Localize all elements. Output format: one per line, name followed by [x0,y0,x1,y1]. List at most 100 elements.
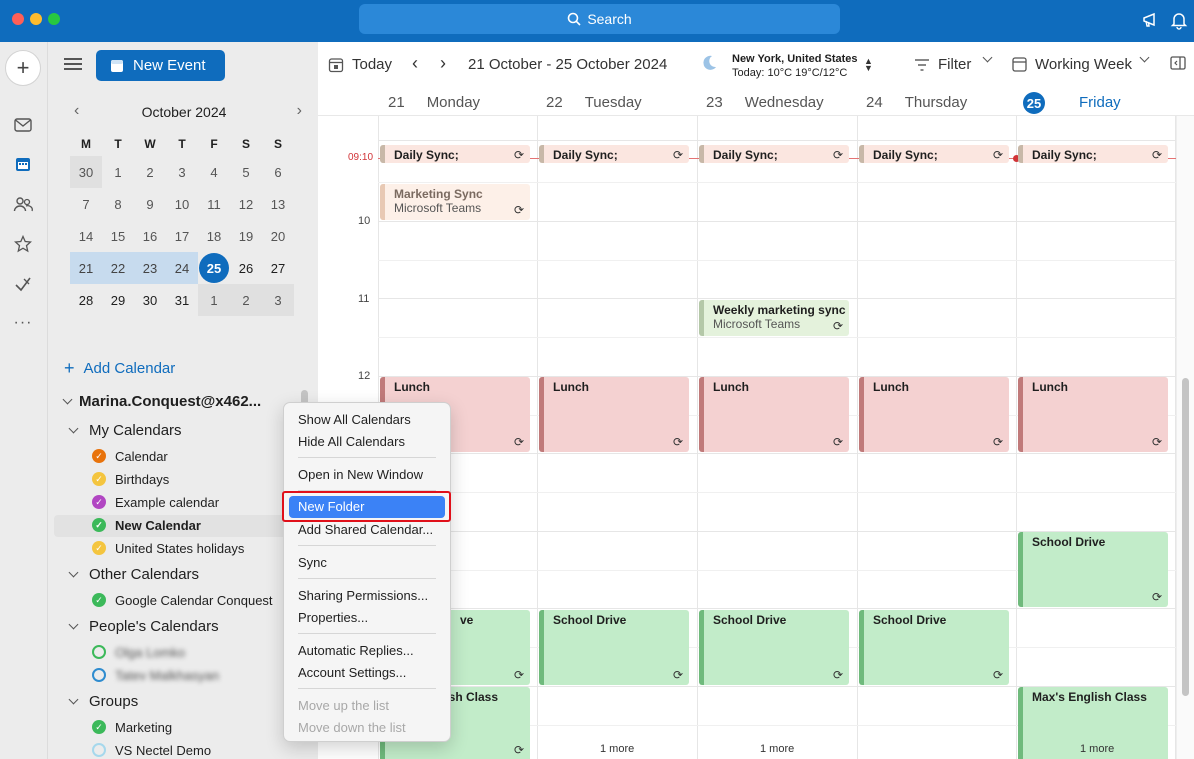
calendar-item-birthdays[interactable]: ✓ Birthdays [92,469,169,489]
event-marketing-sync[interactable]: Marketing Sync Microsoft Teams ⟳ [380,184,530,220]
filter-button[interactable]: Filter [914,56,971,73]
event-lunch[interactable]: Lunch ⟳ [1018,377,1168,452]
next-week-icon[interactable]: › [440,53,446,74]
mini-calendar-day[interactable]: 25 [198,252,230,284]
event-daily-sync[interactable]: Daily Sync; ⟳ [380,145,530,163]
event-daily-sync[interactable]: Daily Sync; ⟳ [859,145,1009,163]
menu-item-show-all[interactable]: Show All Calendars [298,412,411,427]
mini-calendar-day[interactable]: 14 [70,220,102,252]
search-bar[interactable]: Search [359,4,840,34]
menu-item-hide-all[interactable]: Hide All Calendars [298,434,405,449]
bell-icon[interactable] [1169,10,1189,30]
megaphone-icon[interactable] [1141,10,1161,30]
event-lunch[interactable]: Lunch ⟳ [859,377,1009,452]
more-events-link[interactable]: 1 more [600,743,634,755]
filter-dropdown-icon[interactable] [982,52,993,63]
compose-plus-icon[interactable]: + [5,50,41,86]
zoom-window-button[interactable] [48,13,60,25]
check-icon[interactable]: ✓ [92,449,106,463]
event-weekly-marketing-sync[interactable]: Weekly marketing sync Microsoft Teams ⟳ [699,300,849,336]
unchecked-circle-icon[interactable] [92,743,106,757]
menu-item-sharing-permissions[interactable]: Sharing Permissions... [298,588,428,603]
group-groups[interactable]: Groups [68,693,138,710]
mini-calendar-day[interactable]: 12 [230,188,262,220]
mini-calendar-day[interactable]: 17 [166,220,198,252]
mini-calendar-day[interactable]: 28 [70,284,102,316]
calendar-item-person-2[interactable]: Tatev Malkhasyan [92,665,219,685]
mini-calendar-day[interactable]: 31 [166,284,198,316]
mini-calendar-day[interactable]: 23 [134,252,166,284]
mini-calendar-day[interactable]: 29 [102,284,134,316]
event-school-drive[interactable]: School Drive ⟳ [1018,532,1168,607]
unchecked-circle-icon[interactable] [92,668,106,682]
menu-item-properties[interactable]: Properties... [298,610,368,625]
more-apps-icon[interactable]: ··· [12,312,34,334]
calendar-item-calendar[interactable]: ✓ Calendar [92,446,168,466]
mini-calendar-day[interactable]: 20 [262,220,294,252]
calendar-item-us-holidays[interactable]: ✓ United States holidays [92,538,244,558]
mini-calendar-day[interactable]: 15 [102,220,134,252]
calendar-item-new-calendar[interactable]: ✓ New Calendar [92,515,201,535]
calendar-item-vs-nectel[interactable]: VS Nectel Demo [92,740,211,759]
mini-calendar-day[interactable]: 21 [70,252,102,284]
mini-calendar-day[interactable]: 2 [230,284,262,316]
minimize-window-button[interactable] [30,13,42,25]
group-peoples-calendars[interactable]: People's Calendars [68,618,219,635]
event-school-drive[interactable]: School Drive ⟳ [539,610,689,685]
calendar-item-person-1[interactable]: Olga Lomko [92,642,185,662]
close-window-button[interactable] [12,13,24,25]
people-icon[interactable] [12,193,34,215]
hamburger-menu-icon[interactable] [64,58,82,70]
menu-item-automatic-replies[interactable]: Automatic Replies... [298,643,414,658]
mini-calendar-day[interactable]: 7 [70,188,102,220]
mini-calendar-day[interactable]: 26 [230,252,262,284]
calendar-item-marketing[interactable]: ✓ Marketing [92,717,172,737]
mini-calendar-day[interactable]: 27 [262,252,294,284]
day-header-monday[interactable]: 21 Monday [388,94,480,111]
day-header-thursday[interactable]: 24 Thursday [866,94,967,111]
check-icon[interactable]: ✓ [92,720,106,734]
calendar-icon[interactable] [12,153,34,175]
prev-month-icon[interactable]: ‹ [74,102,79,120]
more-events-link[interactable]: 1 more [760,743,794,755]
mini-calendar-day[interactable]: 6 [262,156,294,188]
mini-calendar-day[interactable]: 11 [198,188,230,220]
checkmark-icon[interactable] [12,273,34,295]
weather-updown-icon[interactable]: ▲ ▼ [864,57,873,73]
mini-calendar-day[interactable]: 3 [166,156,198,188]
view-dropdown-icon[interactable] [1139,52,1150,63]
check-icon[interactable]: ✓ [92,518,106,532]
mail-icon[interactable] [12,114,34,136]
next-month-icon[interactable]: › [297,102,302,120]
mini-calendar-day[interactable]: 1 [198,284,230,316]
calendar-item-example[interactable]: ✓ Example calendar [92,492,219,512]
menu-item-sync[interactable]: Sync [298,555,327,570]
mini-calendar-day[interactable]: 19 [230,220,262,252]
menu-item-add-shared[interactable]: Add Shared Calendar... [298,522,433,537]
mini-calendar-day[interactable]: 30 [134,284,166,316]
weather-widget[interactable]: New York, United States Today: 10°C 19°C… [732,52,858,80]
mini-calendar-day[interactable]: 3 [262,284,294,316]
mini-calendar-day[interactable]: 4 [198,156,230,188]
event-school-drive[interactable]: School Drive ⟳ [699,610,849,685]
unchecked-circle-icon[interactable] [92,645,106,659]
mini-calendar-day[interactable]: 18 [198,220,230,252]
new-event-button[interactable]: New Event [96,50,225,81]
menu-item-open-new-window[interactable]: Open in New Window [298,467,423,482]
event-daily-sync[interactable]: Daily Sync; ⟳ [699,145,849,163]
day-header-tuesday[interactable]: 22 Tuesday [546,94,642,111]
prev-week-icon[interactable]: ‹ [412,53,418,74]
star-icon[interactable] [12,233,34,255]
mini-calendar-day[interactable]: 22 [102,252,134,284]
check-icon[interactable]: ✓ [92,472,106,486]
mini-calendar-day[interactable]: 1 [102,156,134,188]
check-icon[interactable]: ✓ [92,541,106,555]
mini-calendar-day[interactable]: 8 [102,188,134,220]
scrollbar-thumb[interactable] [1182,378,1189,696]
group-my-calendars[interactable]: My Calendars [68,422,182,439]
calendar-item-google[interactable]: ✓ Google Calendar Conquest [92,590,273,610]
mini-calendar-day[interactable]: 24 [166,252,198,284]
more-events-link[interactable]: 1 more [1080,743,1114,755]
check-icon[interactable]: ✓ [92,593,106,607]
mini-calendar-day[interactable]: 16 [134,220,166,252]
